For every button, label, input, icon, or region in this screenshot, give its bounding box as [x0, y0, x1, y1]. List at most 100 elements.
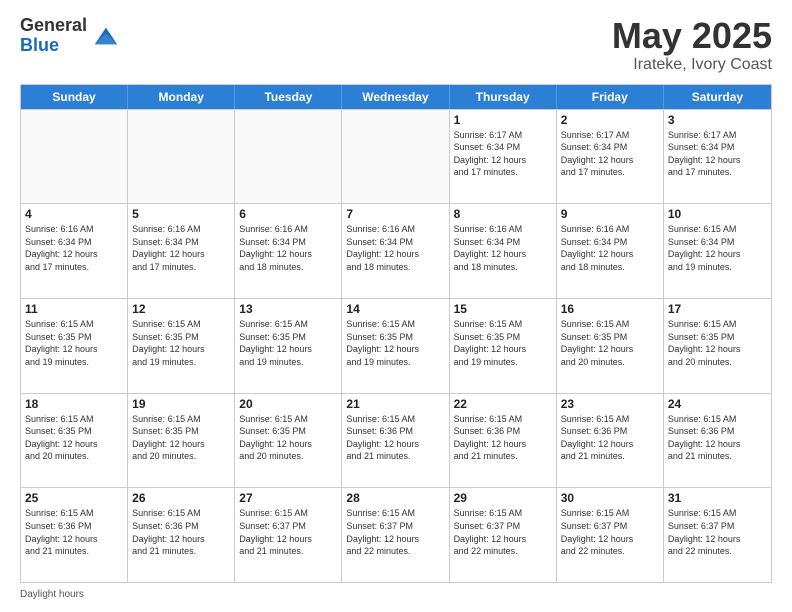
day-number: 4 — [25, 207, 123, 221]
cell-detail: Sunrise: 6:17 AM Sunset: 6:34 PM Dayligh… — [668, 129, 767, 179]
cell-detail: Sunrise: 6:16 AM Sunset: 6:34 PM Dayligh… — [25, 223, 123, 273]
cell-detail: Sunrise: 6:15 AM Sunset: 6:37 PM Dayligh… — [668, 507, 767, 557]
footer: Daylight hours — [20, 589, 772, 600]
header-day-saturday: Saturday — [664, 85, 771, 109]
day-number: 3 — [668, 113, 767, 127]
calendar: SundayMondayTuesdayWednesdayThursdayFrid… — [20, 84, 772, 583]
footer-text: Daylight hours — [20, 589, 84, 600]
cell-detail: Sunrise: 6:15 AM Sunset: 6:37 PM Dayligh… — [561, 507, 659, 557]
cal-cell: 15Sunrise: 6:15 AM Sunset: 6:35 PM Dayli… — [450, 299, 557, 393]
cell-detail: Sunrise: 6:15 AM Sunset: 6:36 PM Dayligh… — [668, 413, 767, 463]
cal-cell: 13Sunrise: 6:15 AM Sunset: 6:35 PM Dayli… — [235, 299, 342, 393]
cal-cell: 30 Sunrise: 6:15 AM Sunset: 6:37 PM Dayli… — [557, 488, 664, 582]
cell-detail: Sunrise: 6:16 AM Sunset: 6:34 PM Dayligh… — [132, 223, 230, 273]
calendar-body: 1Sunrise: 6:17 AM Sunset: 6:34 PM Daylig… — [21, 109, 771, 582]
header-day-thursday: Thursday — [450, 85, 557, 109]
day-number: 2 — [561, 113, 659, 127]
day-number: 14 — [346, 302, 444, 316]
day-number: 19 — [132, 397, 230, 411]
cell-detail: Sunrise: 6:16 AM Sunset: 6:34 PM Dayligh… — [561, 223, 659, 273]
header-day-monday: Monday — [128, 85, 235, 109]
day-number: 26 — [132, 491, 230, 505]
cell-detail: Sunrise: 6:15 AM Sunset: 6:36 PM Dayligh… — [132, 507, 230, 557]
logo-icon — [91, 22, 119, 50]
cal-cell: 3 Sunrise: 6:17 AM Sunset: 6:34 PM Daylig… — [664, 110, 771, 204]
logo-general: General — [20, 16, 87, 36]
cal-cell — [342, 110, 449, 204]
day-number: 18 — [25, 397, 123, 411]
day-number: 9 — [561, 207, 659, 221]
cal-cell: 22 Sunrise: 6:15 AM Sunset: 6:36 PM Dayli… — [450, 394, 557, 488]
day-number: 28 — [346, 491, 444, 505]
title-section: May 2025 Irateke, Ivory Coast — [612, 16, 772, 74]
cell-detail: Sunrise: 6:16 AM Sunset: 6:34 PM Dayligh… — [454, 223, 552, 273]
cell-detail: Sunrise: 6:15 AM Sunset: 6:35 PM Dayligh… — [668, 318, 767, 368]
page: General Blue May 2025 Irateke, Ivory Coa… — [0, 0, 792, 612]
cell-detail: Sunrise: 6:15 AM Sunset: 6:37 PM Dayligh… — [239, 507, 337, 557]
cal-cell: 24Sunrise: 6:15 AM Sunset: 6:36 PM Dayli… — [664, 394, 771, 488]
cal-cell: 23Sunrise: 6:15 AM Sunset: 6:36 PM Dayli… — [557, 394, 664, 488]
calendar-header: SundayMondayTuesdayWednesdayThursdayFrid… — [21, 85, 771, 109]
cell-detail: Sunrise: 6:15 AM Sunset: 6:35 PM Dayligh… — [25, 413, 123, 463]
day-number: 11 — [25, 302, 123, 316]
cell-detail: Sunrise: 6:17 AM Sunset: 6:34 PM Dayligh… — [454, 129, 552, 179]
cal-cell: 12 Sunrise: 6:15 AM Sunset: 6:35 PM Dayli… — [128, 299, 235, 393]
cell-detail: Sunrise: 6:15 AM Sunset: 6:35 PM Dayligh… — [239, 318, 337, 368]
month-title: May 2025 — [612, 16, 772, 56]
cal-cell — [21, 110, 128, 204]
cell-detail: Sunrise: 6:15 AM Sunset: 6:36 PM Dayligh… — [454, 413, 552, 463]
week-row-5: 25Sunrise: 6:15 AM Sunset: 6:36 PM Dayli… — [21, 487, 771, 582]
cell-detail: Sunrise: 6:15 AM Sunset: 6:37 PM Dayligh… — [346, 507, 444, 557]
cell-detail: Sunrise: 6:15 AM Sunset: 6:36 PM Dayligh… — [346, 413, 444, 463]
cal-cell: 31 Sunrise: 6:15 AM Sunset: 6:37 PM Dayli… — [664, 488, 771, 582]
cal-cell: 1Sunrise: 6:17 AM Sunset: 6:34 PM Daylig… — [450, 110, 557, 204]
week-row-1: 1Sunrise: 6:17 AM Sunset: 6:34 PM Daylig… — [21, 109, 771, 204]
day-number: 12 — [132, 302, 230, 316]
cell-detail: Sunrise: 6:15 AM Sunset: 6:37 PM Dayligh… — [454, 507, 552, 557]
cell-detail: Sunrise: 6:17 AM Sunset: 6:34 PM Dayligh… — [561, 129, 659, 179]
header-day-friday: Friday — [557, 85, 664, 109]
cal-cell: 2 Sunrise: 6:17 AM Sunset: 6:34 PM Daylig… — [557, 110, 664, 204]
logo: General Blue — [20, 16, 119, 56]
cal-cell: 20 Sunrise: 6:15 AM Sunset: 6:35 PM Dayli… — [235, 394, 342, 488]
day-number: 31 — [668, 491, 767, 505]
day-number: 6 — [239, 207, 337, 221]
location-title: Irateke, Ivory Coast — [612, 56, 772, 74]
week-row-3: 11 Sunrise: 6:15 AM Sunset: 6:35 PM Dayli… — [21, 298, 771, 393]
cal-cell: 28 Sunrise: 6:15 AM Sunset: 6:37 PM Dayli… — [342, 488, 449, 582]
header-day-wednesday: Wednesday — [342, 85, 449, 109]
cell-detail: Sunrise: 6:15 AM Sunset: 6:35 PM Dayligh… — [561, 318, 659, 368]
cal-cell: 9 Sunrise: 6:16 AM Sunset: 6:34 PM Daylig… — [557, 204, 664, 298]
cell-detail: Sunrise: 6:15 AM Sunset: 6:35 PM Dayligh… — [132, 318, 230, 368]
day-number: 10 — [668, 207, 767, 221]
cell-detail: Sunrise: 6:16 AM Sunset: 6:34 PM Dayligh… — [239, 223, 337, 273]
cal-cell: 29Sunrise: 6:15 AM Sunset: 6:37 PM Dayli… — [450, 488, 557, 582]
cal-cell: 8 Sunrise: 6:16 AM Sunset: 6:34 PM Daylig… — [450, 204, 557, 298]
cal-cell — [128, 110, 235, 204]
cell-detail: Sunrise: 6:15 AM Sunset: 6:35 PM Dayligh… — [132, 413, 230, 463]
cal-cell: 25Sunrise: 6:15 AM Sunset: 6:36 PM Dayli… — [21, 488, 128, 582]
cal-cell: 7Sunrise: 6:16 AM Sunset: 6:34 PM Daylig… — [342, 204, 449, 298]
cal-cell: 4 Sunrise: 6:16 AM Sunset: 6:34 PM Daylig… — [21, 204, 128, 298]
cell-detail: Sunrise: 6:15 AM Sunset: 6:36 PM Dayligh… — [25, 507, 123, 557]
day-number: 8 — [454, 207, 552, 221]
cell-detail: Sunrise: 6:15 AM Sunset: 6:36 PM Dayligh… — [561, 413, 659, 463]
day-number: 30 — [561, 491, 659, 505]
day-number: 22 — [454, 397, 552, 411]
cell-detail: Sunrise: 6:15 AM Sunset: 6:35 PM Dayligh… — [346, 318, 444, 368]
day-number: 16 — [561, 302, 659, 316]
cal-cell: 27Sunrise: 6:15 AM Sunset: 6:37 PM Dayli… — [235, 488, 342, 582]
cell-detail: Sunrise: 6:16 AM Sunset: 6:34 PM Dayligh… — [346, 223, 444, 273]
cal-cell: 26 Sunrise: 6:15 AM Sunset: 6:36 PM Dayli… — [128, 488, 235, 582]
cal-cell: 21 Sunrise: 6:15 AM Sunset: 6:36 PM Dayli… — [342, 394, 449, 488]
day-number: 20 — [239, 397, 337, 411]
cal-cell — [235, 110, 342, 204]
day-number: 21 — [346, 397, 444, 411]
cal-cell: 17Sunrise: 6:15 AM Sunset: 6:35 PM Dayli… — [664, 299, 771, 393]
week-row-2: 4 Sunrise: 6:16 AM Sunset: 6:34 PM Daylig… — [21, 203, 771, 298]
cal-cell: 16 Sunrise: 6:15 AM Sunset: 6:35 PM Dayli… — [557, 299, 664, 393]
cal-cell: 5Sunrise: 6:16 AM Sunset: 6:34 PM Daylig… — [128, 204, 235, 298]
cell-detail: Sunrise: 6:15 AM Sunset: 6:35 PM Dayligh… — [239, 413, 337, 463]
cell-detail: Sunrise: 6:15 AM Sunset: 6:35 PM Dayligh… — [454, 318, 552, 368]
cal-cell: 10Sunrise: 6:15 AM Sunset: 6:34 PM Dayli… — [664, 204, 771, 298]
